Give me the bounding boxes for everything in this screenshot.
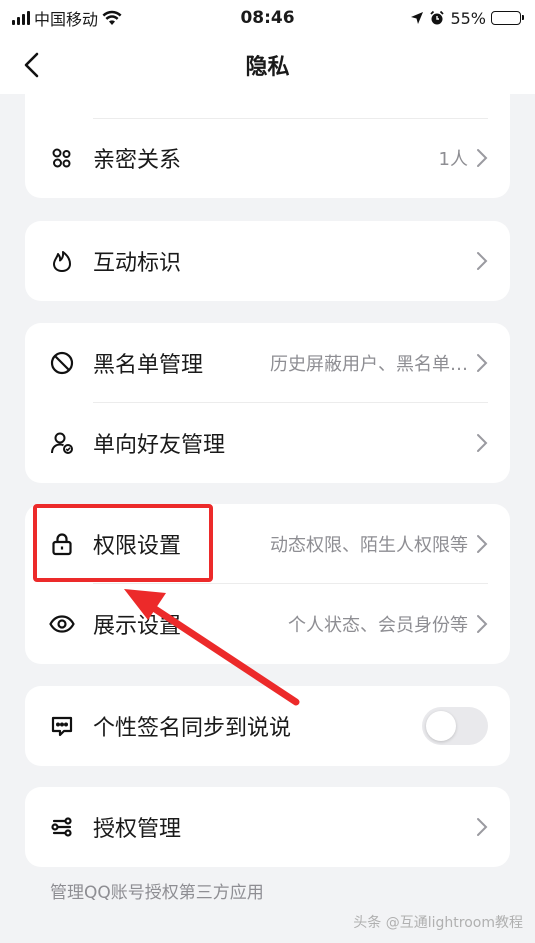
chevron-right-icon — [477, 818, 488, 836]
card-signature-sync: 个性签名同步到说说 — [25, 686, 510, 766]
watermark: 头条 @互通lightroom教程 — [353, 915, 523, 931]
eye-icon — [49, 611, 75, 637]
intimate-relationship-icon — [49, 145, 75, 171]
chevron-right-icon — [477, 434, 488, 452]
row-right — [476, 251, 488, 271]
row-right: 1人 — [439, 145, 488, 171]
row-label: 个性签名同步到说说 — [93, 716, 292, 741]
row-label: 展示设置 — [93, 614, 182, 639]
row-intimate-relationship[interactable]: 亲密关系 1人 — [25, 118, 510, 198]
carrier-label: 中国移动 — [34, 10, 99, 29]
page-title: 隐私 — [245, 55, 290, 80]
row-label: 互动标识 — [93, 251, 182, 276]
toggle-knob — [426, 711, 456, 741]
status-left: 中国移动 — [12, 6, 122, 30]
row-value: 1人 — [438, 149, 468, 170]
row-value: 个人状态、会员身份等 — [288, 615, 468, 636]
row-blacklist[interactable]: 黑名单管理 历史屏蔽用户、黑名单… — [25, 323, 510, 403]
card-authorization: 授权管理 — [25, 787, 510, 867]
signal-icon — [12, 11, 30, 25]
chevron-right-icon — [477, 615, 488, 633]
row-value: 动态权限、陌生人权限等 — [270, 535, 468, 556]
message-bubble-icon — [49, 713, 75, 739]
lock-icon — [49, 531, 75, 557]
battery-percent: 55% — [450, 8, 486, 28]
card-settings: 权限设置 动态权限、陌生人权限等 展示设置 个人状态、会员身份等 — [25, 504, 510, 664]
wifi-icon — [102, 10, 122, 25]
card-interaction: 互动标识 — [25, 221, 510, 301]
row-right: 个人状态、会员身份等 — [288, 611, 488, 637]
battery-icon — [491, 11, 524, 25]
row-right — [476, 433, 488, 453]
row-interaction-mark[interactable]: 互动标识 — [25, 221, 510, 301]
row-display-settings[interactable]: 展示设置 个人状态、会员身份等 — [25, 584, 510, 664]
row-value: 历史屏蔽用户、黑名单… — [270, 354, 468, 375]
status-bar: 中国移动 08:46 55% — [0, 0, 535, 36]
row-label: 亲密关系 — [93, 148, 182, 173]
row-right — [476, 817, 488, 837]
chevron-left-icon — [24, 52, 39, 78]
location-icon — [411, 12, 424, 24]
row-label: 权限设置 — [93, 534, 182, 559]
row-right: 动态权限、陌生人权限等 — [270, 531, 488, 557]
authorization-note: 管理QQ账号授权第三方应用 — [50, 883, 264, 903]
one-way-friend-icon — [49, 430, 75, 456]
row-one-way-friend[interactable]: 单向好友管理 — [25, 403, 510, 483]
chevron-right-icon — [477, 252, 488, 270]
row-signature-sync: 个性签名同步到说说 — [25, 686, 510, 766]
alarm-icon — [430, 10, 445, 25]
card-friends: 黑名单管理 历史屏蔽用户、黑名单… 单向好友管理 — [25, 323, 510, 483]
card-intimate: 亲密关系 1人 — [25, 94, 510, 198]
back-button[interactable] — [14, 48, 48, 82]
navigation-bar: 隐私 — [0, 36, 535, 94]
row-label: 授权管理 — [93, 817, 182, 842]
row-label: 黑名单管理 — [93, 353, 204, 378]
status-right: 55% — [410, 8, 524, 28]
chevron-right-icon — [477, 149, 488, 167]
signature-sync-toggle[interactable] — [422, 707, 488, 745]
chevron-right-icon — [477, 354, 488, 372]
authorization-icon — [49, 814, 75, 840]
status-time: 08:46 — [240, 8, 295, 28]
flame-icon — [49, 248, 75, 274]
row-right: 历史屏蔽用户、黑名单… — [270, 350, 488, 376]
row-authorization[interactable]: 授权管理 — [25, 787, 510, 867]
row-permission-settings[interactable]: 权限设置 动态权限、陌生人权限等 — [25, 504, 510, 584]
row-label: 单向好友管理 — [93, 433, 226, 458]
block-icon — [49, 350, 75, 376]
chevron-right-icon — [477, 535, 488, 553]
